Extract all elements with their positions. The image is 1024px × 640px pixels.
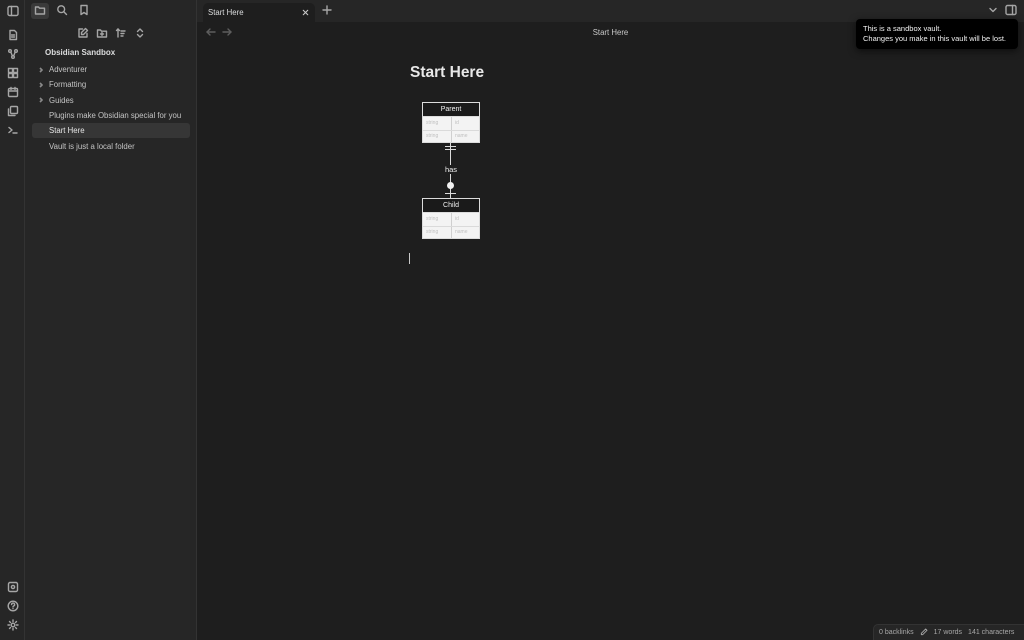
templates-icon[interactable] — [4, 102, 22, 121]
chevron-right-icon — [36, 67, 45, 73]
word-count: 17 words — [933, 629, 963, 636]
files-tab[interactable] — [31, 3, 49, 19]
search-tab[interactable] — [53, 3, 71, 19]
toggle-right-sidebar-button[interactable] — [1005, 4, 1017, 19]
new-note-button[interactable] — [76, 27, 89, 41]
folder-icon — [34, 4, 46, 19]
attribute-type: string — [426, 120, 439, 127]
daily-note-icon[interactable] — [4, 26, 22, 45]
tree-item-label: Adventurer — [49, 65, 88, 75]
relationship-label: has — [436, 165, 466, 174]
tree-folder-guides[interactable]: Guides — [32, 93, 190, 108]
attribute-type: string — [426, 216, 439, 223]
chevrons-up-down-icon — [134, 27, 146, 42]
canvas-icon[interactable] — [4, 64, 22, 83]
zero-marker — [447, 182, 454, 189]
backlinks-count[interactable]: 0 backlinks — [879, 629, 914, 636]
tree-file-vault-local-folder[interactable]: Vault is just a local folder — [32, 138, 190, 153]
tree-item-label: Plugins make Obsidian special for you — [49, 111, 182, 121]
vault-switcher-icon[interactable] — [4, 578, 22, 597]
tab-list-button[interactable] — [987, 5, 999, 17]
chevron-down-icon — [987, 4, 999, 19]
tree-item-label: Start Here — [49, 126, 85, 136]
tab-start-here[interactable]: Start Here — [203, 3, 315, 22]
tree-item-label: Guides — [49, 95, 74, 105]
one-marker — [445, 193, 456, 194]
search-icon — [56, 4, 68, 19]
bookmark-icon — [78, 4, 90, 19]
attribute-name: name — [450, 226, 479, 238]
sandbox-notice[interactable]: This is a sandbox vault. Changes you mak… — [856, 19, 1018, 49]
document-title[interactable]: Start Here — [410, 64, 484, 82]
folder-plus-icon — [96, 27, 108, 42]
text-cursor[interactable] — [409, 253, 410, 264]
edit-icon — [77, 27, 89, 42]
sidebar-header — [25, 0, 197, 22]
attribute-type: string — [426, 133, 439, 140]
er-diagram: Parent string id string name has Child s… — [422, 102, 480, 262]
vault-name[interactable]: Obsidian Sandbox — [45, 48, 115, 57]
file-explorer-sidebar: Obsidian Sandbox Adventurer Formatting G… — [25, 0, 197, 640]
editor-pane: Start Here Start Here Parent string id s… — [197, 22, 1024, 640]
calendar-icon[interactable] — [4, 83, 22, 102]
entity-attribute: string name — [423, 129, 479, 142]
tree-folder-adventurer[interactable]: Adventurer — [32, 62, 190, 77]
entity-parent: Parent string id string name — [422, 102, 480, 143]
character-count: 141 characters — [968, 629, 1015, 636]
tree-file-plugins[interactable]: Plugins make Obsidian special for you — [32, 108, 190, 123]
entity-name: Parent — [423, 103, 479, 117]
attribute-name: id — [450, 117, 479, 130]
toggle-sidebar-icon[interactable] — [4, 2, 22, 20]
pencil-icon[interactable] — [920, 628, 928, 638]
new-tab-button[interactable] — [321, 4, 333, 19]
entity-attribute: string name — [423, 225, 479, 238]
entity-attribute: string id — [423, 117, 479, 130]
entity-attribute: string id — [423, 213, 479, 226]
attribute-type: string — [426, 229, 439, 236]
tree-folder-formatting[interactable]: Formatting — [32, 77, 190, 92]
attribute-name: name — [450, 130, 479, 142]
tree-item-label: Vault is just a local folder — [49, 141, 135, 151]
ribbon — [0, 0, 25, 640]
graph-icon[interactable] — [4, 45, 22, 64]
one-marker — [445, 149, 456, 150]
close-icon[interactable] — [300, 7, 310, 17]
entity-child: Child string id string name — [422, 198, 480, 239]
tree-item-label: Formatting — [49, 80, 87, 90]
chevron-right-icon — [36, 82, 45, 88]
plus-icon — [321, 4, 333, 19]
help-icon[interactable] — [4, 597, 22, 616]
chevron-right-icon — [36, 97, 45, 103]
file-tree: Adventurer Formatting Guides Plugins mak… — [32, 62, 190, 154]
settings-icon[interactable] — [4, 616, 22, 635]
tab-label: Start Here — [208, 8, 244, 17]
attribute-name: id — [450, 213, 479, 226]
terminal-icon[interactable] — [4, 121, 22, 140]
notice-line-2: Changes you make in this vault will be l… — [863, 34, 1006, 43]
new-folder-button[interactable] — [95, 27, 108, 41]
notice-line-1: This is a sandbox vault. — [863, 24, 942, 33]
sidebar-right-icon — [1005, 4, 1017, 19]
sort-icon — [115, 27, 127, 42]
bookmarks-tab[interactable] — [75, 3, 93, 19]
collapse-all-button[interactable] — [133, 27, 146, 41]
status-bar: 0 backlinks 17 words 141 characters — [873, 624, 1024, 640]
one-marker — [445, 146, 456, 147]
tree-file-start-here[interactable]: Start Here — [32, 123, 190, 139]
sort-button[interactable] — [114, 27, 127, 41]
file-explorer-toolbar — [25, 27, 197, 43]
entity-name: Child — [423, 199, 479, 213]
